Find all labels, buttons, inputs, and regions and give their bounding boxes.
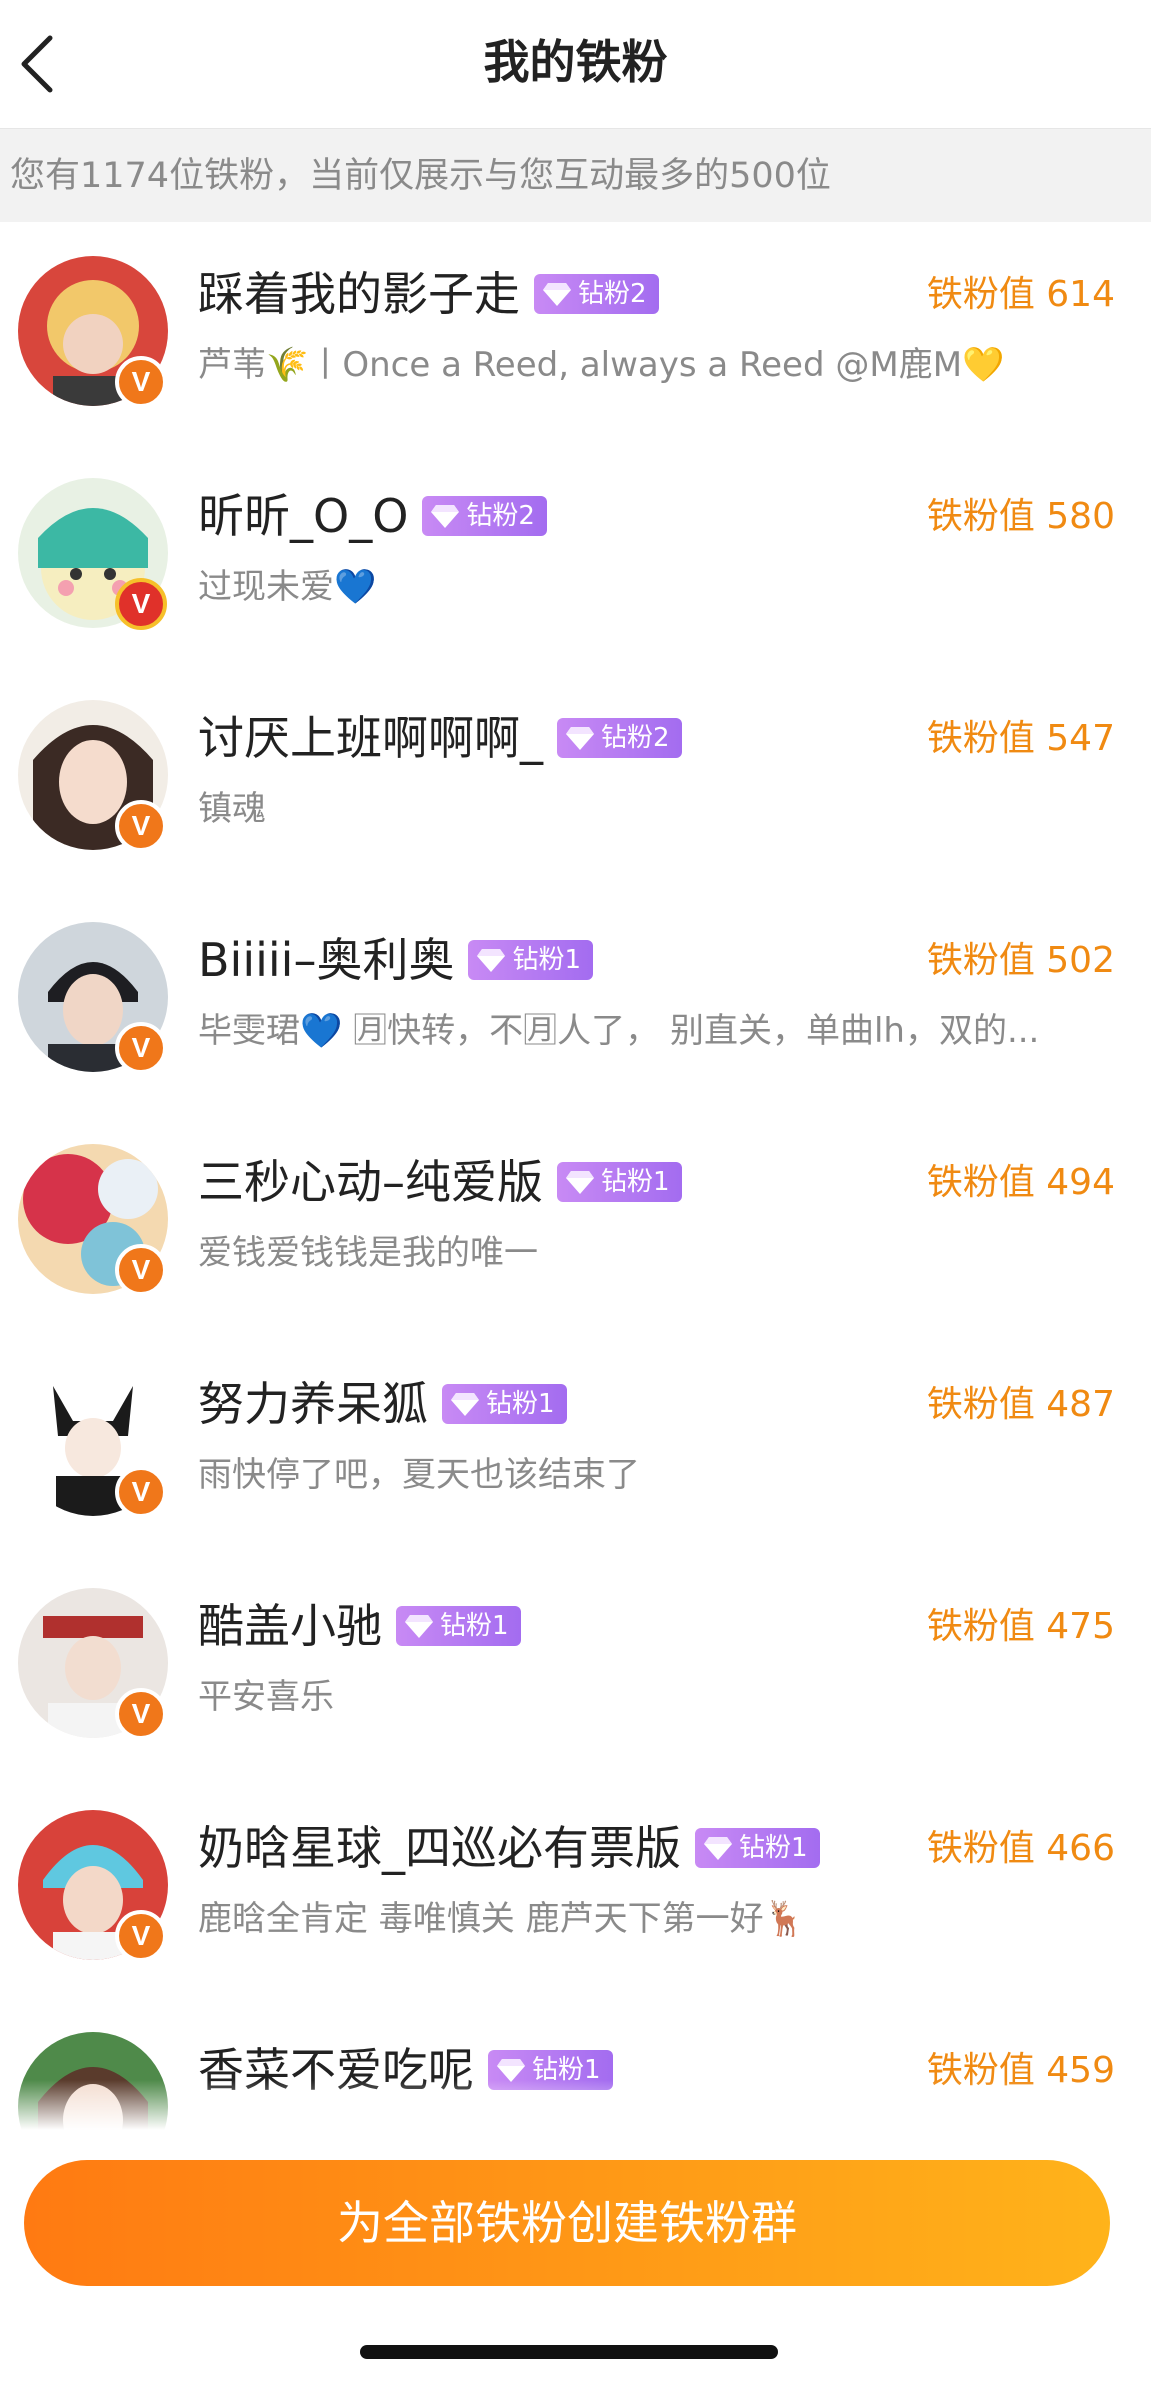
fan-score: 铁粉值 614 bbox=[926, 274, 1115, 315]
fan-score: 铁粉值 487 bbox=[926, 1384, 1115, 1425]
name-line: 酷盖小驰 钻粉1 bbox=[198, 1596, 521, 1656]
fan-name[interactable]: 酷盖小驰 bbox=[198, 1596, 382, 1656]
diamond-icon bbox=[566, 1171, 594, 1194]
fan-bio: 爱钱爱钱钱是我的唯一 bbox=[198, 1233, 538, 1273]
verified-icon: V bbox=[115, 1466, 167, 1518]
rank-label: 钻粉1 bbox=[512, 945, 582, 975]
diamond-icon bbox=[431, 505, 460, 528]
rank-badge: 钻粉1 bbox=[396, 1606, 521, 1646]
verified-icon: V bbox=[115, 1022, 167, 1074]
page-title: 我的铁粉 bbox=[483, 35, 668, 89]
create-fan-group-button[interactable]: 为全部铁粉创建铁粉群 bbox=[24, 2160, 1110, 2286]
name-line: Biiiii–奥利奥 钻粉1 bbox=[198, 930, 594, 990]
fan-row[interactable]: V 昕昕_O_O 钻粉2 铁粉值 580 过现未爱💙 bbox=[0, 444, 1151, 666]
rank-badge: 钻粉2 bbox=[422, 496, 547, 536]
fan-name[interactable]: 奶晗星球_四巡必有票版 bbox=[198, 1818, 681, 1878]
rank-label: 钻粉2 bbox=[578, 279, 647, 309]
rank-badge: 钻粉1 bbox=[442, 1384, 567, 1424]
fan-score: 铁粉值 502 bbox=[926, 940, 1115, 981]
fan-name[interactable]: Biiiii–奥利奥 bbox=[198, 930, 454, 990]
name-line: 努力养呆狐 钻粉1 bbox=[198, 1374, 567, 1434]
diamond-icon bbox=[543, 283, 571, 306]
name-line: 踩着我的影子走 钻粉2 bbox=[198, 264, 659, 324]
rank-badge: 钻粉2 bbox=[534, 274, 659, 314]
fan-count-notice: 您有1174位铁粉，当前仅展示与您互动最多的500位 bbox=[0, 128, 1151, 222]
rank-label: 钻粉2 bbox=[601, 723, 670, 753]
top-nav-bar: 我的铁粉 bbox=[0, 0, 1151, 128]
diamond-icon bbox=[405, 1615, 433, 1638]
rank-label: 钻粉1 bbox=[486, 1389, 555, 1419]
rank-label: 钻粉1 bbox=[440, 1611, 509, 1641]
fan-bio: 平安喜乐 bbox=[198, 1677, 334, 1717]
fan-name[interactable]: 踩着我的影子走 bbox=[198, 264, 520, 324]
rank-label: 钻粉1 bbox=[739, 1833, 808, 1863]
verified-icon: V bbox=[115, 1688, 167, 1740]
fan-row[interactable]: V Biiiii–奥利奥 钻粉1 铁粉值 502 毕雯珺💙 🈷快转，不🈷人了， … bbox=[0, 888, 1151, 1110]
diamond-icon bbox=[477, 949, 506, 972]
fan-name[interactable]: 昕昕_O_O bbox=[198, 486, 408, 546]
fan-row[interactable]: V 三秒心动–纯爱版 钻粉1 铁粉值 494 爱钱爱钱钱是我的唯一 bbox=[0, 1110, 1151, 1332]
rank-badge: 钻粉1 bbox=[557, 1162, 682, 1202]
fan-row[interactable]: V 讨厌上班啊啊啊_ 钻粉2 铁粉值 547 镇魂 bbox=[0, 666, 1151, 888]
rank-badge: 钻粉1 bbox=[695, 1828, 820, 1868]
fan-score: 铁粉值 547 bbox=[926, 718, 1115, 759]
fan-name[interactable]: 讨厌上班啊啊啊_ bbox=[198, 708, 543, 768]
verified-icon: V bbox=[115, 356, 167, 408]
fan-score: 铁粉值 580 bbox=[926, 496, 1115, 537]
fan-name[interactable]: 努力养呆狐 bbox=[198, 1374, 428, 1434]
diamond-icon bbox=[566, 727, 594, 750]
rank-badge: 钻粉1 bbox=[468, 940, 594, 980]
verified-icon: V bbox=[115, 800, 167, 852]
fan-bio: 芦苇🌾丨Once a Reed, always a Reed @M鹿M💛 bbox=[198, 345, 1005, 385]
fan-row[interactable]: V 踩着我的影子走 钻粉2 铁粉值 614 芦苇🌾丨Once a Reed, a… bbox=[0, 222, 1151, 444]
fan-bio: 镇魂 bbox=[198, 789, 266, 829]
rank-label: 钻粉2 bbox=[466, 501, 535, 531]
fan-row[interactable]: V 奶晗星球_四巡必有票版 钻粉1 铁粉值 466 鹿晗全肯定 毒唯慎关 鹿芦天… bbox=[0, 1776, 1151, 1998]
fan-row[interactable]: V 努力养呆狐 钻粉1 铁粉值 487 雨快停了吧，夏天也该结束了 bbox=[0, 1332, 1151, 1554]
verified-icon: V bbox=[115, 578, 167, 630]
fan-score: 铁粉值 475 bbox=[926, 1606, 1115, 1647]
rank-badge: 钻粉2 bbox=[557, 718, 682, 758]
fan-bio: 过现未爱💙 bbox=[198, 567, 377, 607]
fan-bio: 毕雯珺💙 🈷快转，不🈷人了， 别直关，单曲lh，双的... bbox=[198, 1011, 1040, 1051]
name-line: 昕昕_O_O 钻粉2 bbox=[198, 486, 547, 546]
fan-bio: 雨快停了吧，夏天也该结束了 bbox=[198, 1455, 640, 1495]
fan-score: 铁粉值 494 bbox=[926, 1162, 1115, 1203]
name-line: 讨厌上班啊啊啊_ 钻粉2 bbox=[198, 708, 682, 768]
fan-score: 铁粉值 466 bbox=[926, 1828, 1115, 1869]
notice-text: 您有1174位铁粉，当前仅展示与您互动最多的500位 bbox=[10, 156, 831, 196]
name-line: 三秒心动–纯爱版 钻粉1 bbox=[198, 1152, 682, 1212]
home-indicator[interactable] bbox=[360, 2345, 778, 2359]
fan-name[interactable]: 三秒心动–纯爱版 bbox=[198, 1152, 543, 1212]
name-line: 奶晗星球_四巡必有票版 钻粉1 bbox=[198, 1818, 820, 1878]
list-fade-overlay bbox=[0, 2080, 1151, 2130]
fan-list[interactable]: V 踩着我的影子走 钻粉2 铁粉值 614 芦苇🌾丨Once a Reed, a… bbox=[0, 222, 1151, 2130]
rank-label: 钻粉1 bbox=[601, 1167, 670, 1197]
bottom-action-bar: 为全部铁粉创建铁粉群 bbox=[0, 2130, 1151, 2388]
diamond-icon bbox=[451, 1393, 479, 1416]
verified-icon: V bbox=[115, 1910, 167, 1962]
fan-bio: 鹿晗全肯定 毒唯慎关 鹿芦天下第一好🦌 bbox=[198, 1899, 806, 1939]
fan-row[interactable]: V 酷盖小驰 钻粉1 铁粉值 475 平安喜乐 bbox=[0, 1554, 1151, 1776]
verified-icon: V bbox=[115, 1244, 167, 1296]
diamond-icon bbox=[704, 1837, 732, 1860]
